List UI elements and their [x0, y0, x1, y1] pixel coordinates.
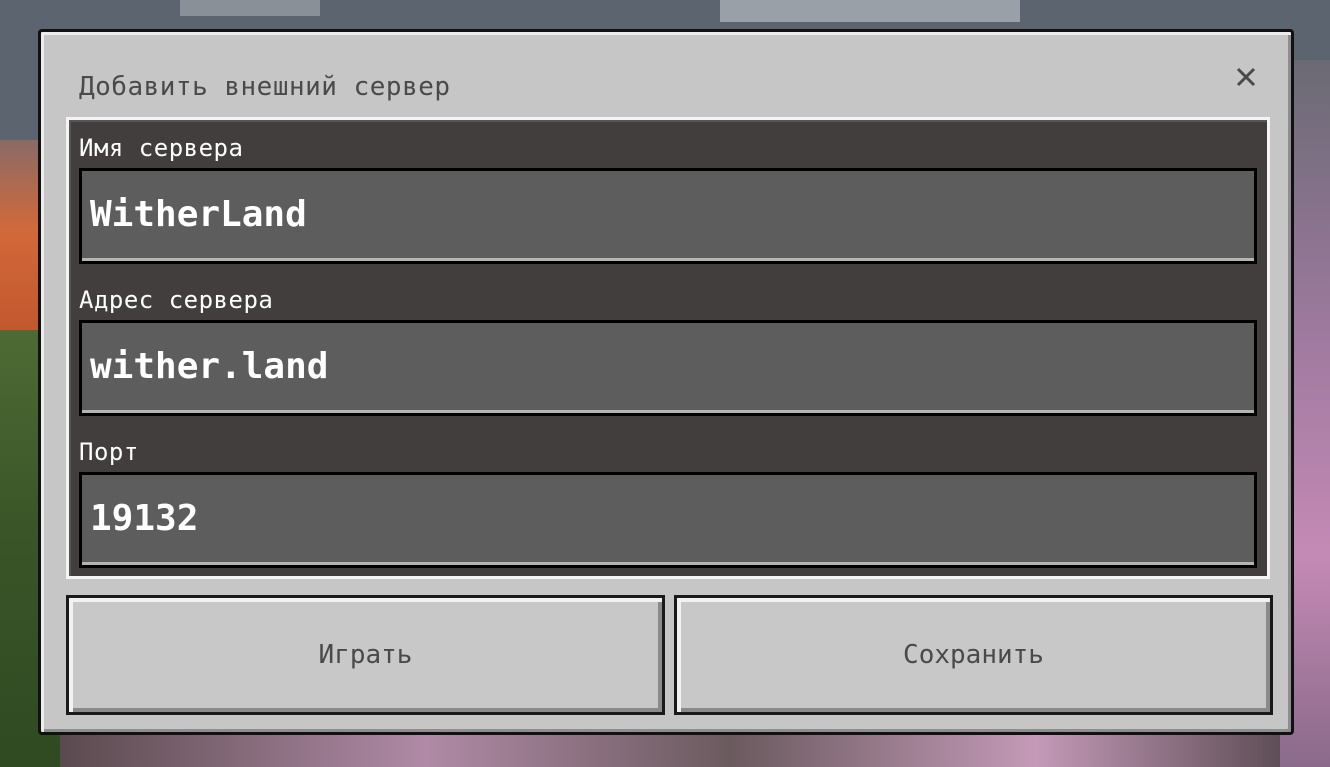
server-name-label: Имя сервера: [79, 134, 244, 162]
dialog-title: Добавить внешний сервер: [79, 72, 451, 102]
port-input[interactable]: [79, 472, 1257, 568]
close-button[interactable]: [1231, 62, 1261, 92]
play-button[interactable]: Играть: [66, 595, 665, 715]
background-cloud: [180, 0, 320, 16]
server-name-input[interactable]: [79, 168, 1257, 264]
server-form-panel: Имя сервера Адрес сервера Порт: [66, 117, 1270, 579]
server-address-label: Адрес сервера: [79, 286, 274, 314]
server-address-input[interactable]: [79, 320, 1257, 416]
background-cloud: [720, 0, 1020, 22]
save-button[interactable]: Сохранить: [674, 595, 1273, 715]
close-icon: [1236, 67, 1256, 87]
add-external-server-dialog: Добавить внешний сервер Имя сервера Адре…: [38, 29, 1294, 735]
port-label: Порт: [79, 438, 139, 466]
